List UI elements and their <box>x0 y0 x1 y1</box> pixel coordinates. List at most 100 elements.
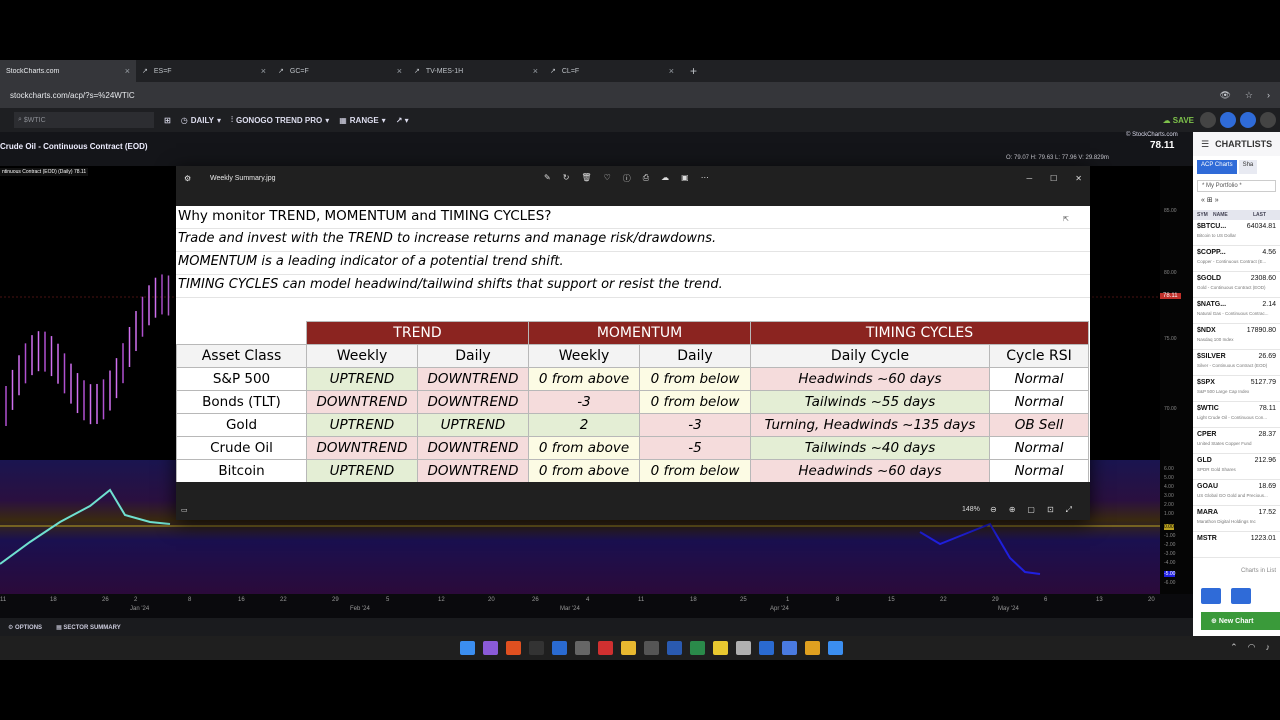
indicator-dropdown[interactable]: ⫶ GONOGO TREND PRO ▾ <box>231 115 329 125</box>
save-button[interactable]: ☁ SAVE <box>1163 116 1194 125</box>
menu-icon[interactable]: › <box>1267 90 1270 101</box>
browser-tab-es[interactable]: ↗ ES=F × <box>136 60 272 82</box>
range-dropdown[interactable]: ▦ RANGE ▾ <box>339 116 385 125</box>
new-tab-button[interactable]: + <box>690 64 697 78</box>
save-list-button[interactable] <box>1201 588 1221 604</box>
close-icon[interactable]: × <box>125 66 130 76</box>
fit-window-icon[interactable]: ⊡ <box>1047 505 1054 515</box>
fullscreen-icon[interactable]: ⤢ <box>1066 505 1072 515</box>
excel-icon[interactable] <box>690 641 705 655</box>
pdf-icon[interactable] <box>598 641 613 655</box>
chrome-icon[interactable] <box>805 641 820 655</box>
portfolio-select[interactable]: * My Portfolio * <box>1197 180 1276 192</box>
prev-icon[interactable]: « <box>1201 197 1205 204</box>
sector-summary-button[interactable]: ▦ SECTOR SUMMARY <box>56 624 121 631</box>
axis-tick: 6.00 <box>1164 466 1174 472</box>
info-icon[interactable]: ⓘ <box>623 173 631 184</box>
app-icon[interactable] <box>575 641 590 655</box>
col-name[interactable]: NAME <box>1213 212 1253 218</box>
onedrive-icon[interactable]: ☁ <box>661 173 669 184</box>
col-sym[interactable]: SYM <box>1197 212 1213 218</box>
close-icon[interactable]: × <box>261 66 266 76</box>
options-button[interactable]: ⚙ OPTIONS <box>8 624 42 631</box>
summary-body: S&P 500 UPTREND DOWNTREND 0 from above 0 fro… <box>176 367 1089 482</box>
chart-list-item[interactable]: $SILVER 26.69 Silver - Continuous Contract… <box>1193 350 1280 376</box>
summary-cell: DOWNTREND <box>417 436 529 460</box>
chart-list-item[interactable]: GOAU 18.69 US Global GO Gold and Precious.… <box>1193 480 1280 506</box>
tradingview-icon[interactable] <box>529 641 544 655</box>
mail-icon[interactable] <box>483 641 498 655</box>
vpn-icon[interactable] <box>782 641 797 655</box>
col-last[interactable]: LAST <box>1253 212 1266 218</box>
word-icon[interactable] <box>667 641 682 655</box>
bookmark-star-icon[interactable]: ☆ <box>1245 90 1253 101</box>
new-chart-button[interactable]: ⊕ New Chart <box>1201 612 1280 630</box>
expand-icon[interactable] <box>1260 112 1276 128</box>
chart-list-item[interactable]: GLD 212.96 SPDR Gold Shares <box>1193 454 1280 480</box>
notes-icon[interactable] <box>713 641 728 655</box>
maximize-icon[interactable]: ☐ <box>1050 174 1057 183</box>
snip-icon[interactable] <box>552 641 567 655</box>
calculator-icon[interactable] <box>644 641 659 655</box>
browser-tab-stockcharts[interactable]: StockCharts.com × <box>0 60 136 82</box>
info-icon[interactable] <box>1240 112 1256 128</box>
url-field[interactable]: stockcharts.com/acp/?s=%24WTIC <box>10 91 1219 100</box>
chart-list-item[interactable]: $BTCU... 64034.81 Bitcoin to US Dollar <box>1193 220 1280 246</box>
close-icon[interactable]: × <box>533 66 538 76</box>
browser-tab-gc[interactable]: ↗ GC=F × <box>272 60 408 82</box>
delete-icon[interactable]: 🗑 <box>581 173 591 184</box>
photos-icon[interactable] <box>828 641 843 655</box>
favorite-icon[interactable]: ♡ <box>604 173 611 184</box>
next-icon[interactable]: » <box>1215 197 1219 204</box>
network-icon[interactable] <box>759 641 774 655</box>
filmstrip-icon[interactable]: ▭ <box>181 506 188 514</box>
zoom-in-icon[interactable]: ⊕ <box>1009 505 1016 515</box>
summary-cell: DOWNTREND <box>306 390 418 414</box>
chart-list-item[interactable]: $COPP... 4.56 Copper - Continuous Contract… <box>1193 246 1280 272</box>
wifi-icon[interactable]: ◠ <box>1248 642 1256 653</box>
chart-list-item[interactable]: $NDX 17890.80 Nasdaq 100 Index <box>1193 324 1280 350</box>
browser-tab-cl[interactable]: ↗ CL=F × <box>544 60 680 82</box>
divider <box>176 228 1090 229</box>
chart-type-dropdown[interactable]: ↗ ▾ <box>396 116 409 125</box>
col-momentum-weekly: Weekly <box>528 344 640 368</box>
view-icon[interactable]: 👁 <box>1219 90 1230 101</box>
more-icon[interactable]: ⋯ <box>701 173 709 184</box>
folder-icon[interactable] <box>621 641 636 655</box>
rotate-icon[interactable]: ↻ <box>563 173 570 184</box>
edit-image-icon[interactable]: ✎ <box>544 173 551 184</box>
add-icon[interactable]: ⊞ <box>164 116 171 125</box>
edit-icon[interactable] <box>736 641 751 655</box>
tab-acp-charts[interactable]: ACP Charts <box>1197 160 1237 174</box>
symbol-input[interactable]: ⌕ $WTIC <box>14 112 154 128</box>
print-icon[interactable]: ⎙ <box>643 173 649 184</box>
chart-list-item[interactable]: $WTIC 78.11 Light Crude Oil - Continuous C… <box>1193 402 1280 428</box>
chart-list-item[interactable]: $SPX 5127.79 S&P 500 Large Cap Index <box>1193 376 1280 402</box>
actual-size-icon[interactable]: ▢ <box>1027 505 1035 515</box>
crosshair-icon[interactable] <box>1220 112 1236 128</box>
close-icon[interactable]: ✕ <box>1075 174 1082 183</box>
image-canvas[interactable]: Why monitor TREND, MOMENTUM and TIMING C… <box>176 206 1090 482</box>
chart-list-item[interactable]: $GOLD 2308.60 Gold - Continuous Contract (… <box>1193 272 1280 298</box>
chart-list-item[interactable]: $NATG... 2.14 Natural Gas - Continuous Con… <box>1193 298 1280 324</box>
brave-icon[interactable] <box>506 641 521 655</box>
zoom-out-icon[interactable]: ⊖ <box>990 505 997 515</box>
chart-list-item[interactable]: CPER 28.37 United States Copper Fund <box>1193 428 1280 454</box>
summary-cell: DOWNTREND <box>306 436 418 460</box>
chevron-up-icon[interactable]: ⌃ <box>1230 642 1238 653</box>
pen-icon[interactable] <box>1200 112 1216 128</box>
date-tick: 1 <box>786 597 790 603</box>
chart-list-item[interactable]: MARA 17.52 Marathon Digital Holdings Inc <box>1193 506 1280 532</box>
period-dropdown[interactable]: ◷ DAILY ▾ <box>181 116 221 125</box>
start-icon[interactable] <box>460 641 475 655</box>
grid-icon[interactable]: ⊞ <box>1207 197 1213 204</box>
close-icon[interactable]: × <box>669 66 674 76</box>
clipchamp-icon[interactable]: ▣ <box>681 173 689 184</box>
browser-tab-tv-mes[interactable]: ↗ TV-MES-1H × <box>408 60 544 82</box>
chart-list-item[interactable]: MSTR 1223.01 <box>1193 532 1280 558</box>
close-icon[interactable]: × <box>397 66 402 76</box>
volume-icon[interactable]: ♪ <box>1266 642 1271 653</box>
minimize-icon[interactable]: ─ <box>1026 174 1032 183</box>
folder-button[interactable] <box>1231 588 1251 604</box>
tab-shared[interactable]: Sha <box>1238 160 1258 174</box>
